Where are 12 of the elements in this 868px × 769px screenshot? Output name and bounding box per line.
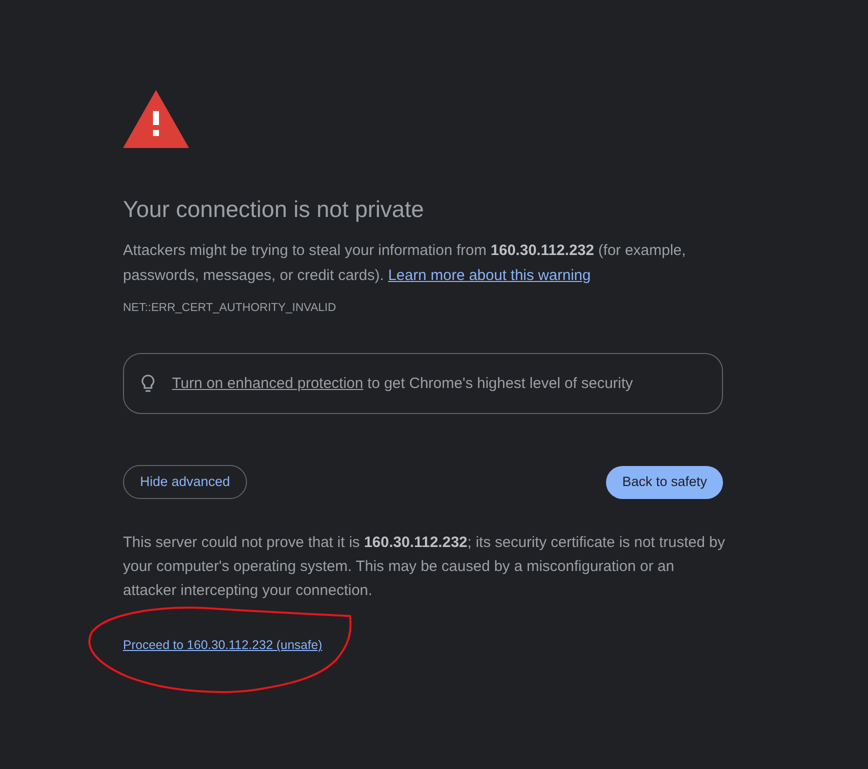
learn-more-link[interactable]: Learn more about this warning <box>388 267 591 284</box>
enhanced-protection-link[interactable]: Turn on enhanced protection <box>172 374 364 392</box>
back-to-safety-button[interactable]: Back to safety <box>606 466 723 499</box>
proceed-link[interactable]: Proceed to 160.30.112.232 (unsafe) <box>123 636 322 655</box>
enhanced-protection-text: Turn on enhanced protection to get Chrome's highest level of security <box>172 374 633 394</box>
hide-advanced-button[interactable]: Hide advanced <box>123 465 248 500</box>
warning-message: Attackers might be trying to steal your information from 160.30.112.232 (for example, passwords, messages, or credit cards). Learn more about this warning <box>123 241 687 286</box>
warning-icon <box>123 90 189 148</box>
lightbulb-icon <box>141 374 155 394</box>
details-message: This server could not prove that it is 160.30.112.232; its security certificate is not trusted by your computer's operating system. This may be caused by a misconfiguration or an attacker intercepting your connection. <box>123 533 726 602</box>
page-heading: Your connection is not private <box>123 195 425 224</box>
error-code: NET::ERR_CERT_AUTHORITY_INVALID <box>123 301 338 316</box>
